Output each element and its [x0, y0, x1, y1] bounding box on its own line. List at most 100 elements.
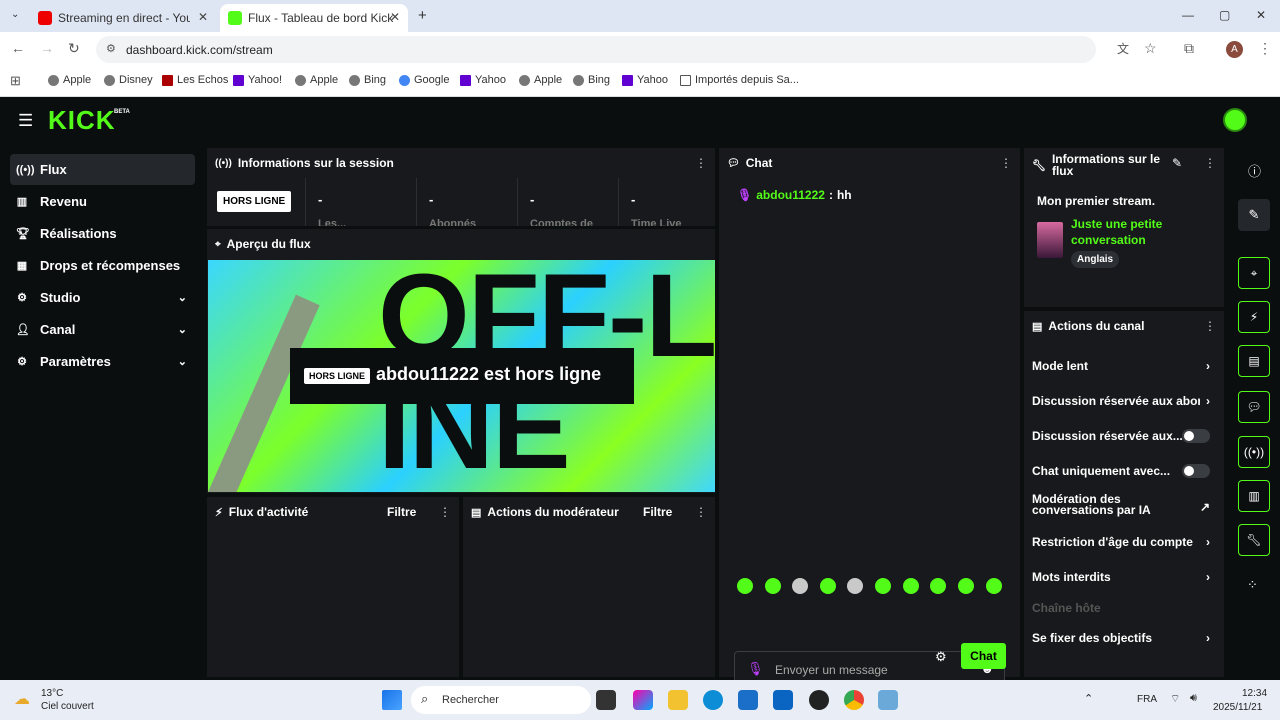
- site-info-icon[interactable]: ⚙: [106, 42, 116, 55]
- filter-button[interactable]: Filtre: [643, 505, 672, 519]
- action-subscribers-only[interactable]: Discussion réservée aux abonnés ›: [1032, 394, 1220, 410]
- bookmark-item[interactable]: Google: [399, 74, 449, 86]
- sidebar-item-parametres[interactable]: ⚙ Paramètres ⌄: [10, 346, 195, 377]
- network-icon[interactable]: ⁘: [1247, 577, 1258, 593]
- more-options-icon[interactable]: ⋮: [695, 156, 707, 170]
- menu-dots-icon[interactable]: ⋮: [1258, 40, 1272, 57]
- emote-icon[interactable]: [847, 578, 863, 594]
- close-icon[interactable]: ✕: [390, 10, 400, 24]
- maximize-icon[interactable]: ▢: [1219, 8, 1230, 22]
- bookmark-item[interactable]: Yahoo!: [233, 74, 282, 86]
- tab-list-chevron-icon[interactable]: ⌄: [11, 9, 19, 20]
- window-close-icon[interactable]: ✕: [1256, 8, 1266, 22]
- chat-rail-button[interactable]: 💬︎: [1238, 391, 1270, 423]
- extensions-icon[interactable]: ⧉: [1184, 40, 1194, 57]
- emote-icon[interactable]: [903, 578, 919, 594]
- outlook-icon[interactable]: [773, 690, 793, 710]
- chat-username[interactable]: abdou11222: [756, 188, 825, 202]
- clock-date[interactable]: 2025/11/21: [1213, 702, 1262, 713]
- sidebar-item-drops[interactable]: ▦ Drops et récompenses: [10, 250, 195, 281]
- action-set-goals[interactable]: Se fixer des objectifs ›: [1032, 631, 1220, 647]
- bookmark-item[interactable]: Disney: [104, 74, 153, 86]
- edit-rail-button[interactable]: ✎: [1238, 199, 1270, 231]
- bookmark-item[interactable]: Apple: [48, 74, 91, 86]
- close-icon[interactable]: ✕: [198, 10, 208, 24]
- action-slow-mode[interactable]: Mode lent ›: [1032, 359, 1220, 375]
- emote-icon[interactable]: [875, 578, 891, 594]
- layout-rail-button[interactable]: ▥: [1238, 480, 1270, 512]
- wrench-rail-button[interactable]: 🔧︎: [1238, 524, 1270, 556]
- action-age-restriction[interactable]: Restriction d'âge du compte ›: [1032, 535, 1220, 551]
- filter-button[interactable]: Filtre: [387, 505, 416, 519]
- sidebar-item-studio[interactable]: ⚙ Studio ⌄: [10, 282, 195, 313]
- language-indicator[interactable]: FRA: [1137, 694, 1157, 705]
- volume-icon[interactable]: 🔊︎: [1190, 692, 1197, 705]
- chevron-up-icon[interactable]: ⌃: [1084, 692, 1093, 705]
- notepad-icon[interactable]: [878, 690, 898, 710]
- translate-icon[interactable]: 文: [1117, 40, 1129, 57]
- store-icon[interactable]: [738, 690, 758, 710]
- edge-icon[interactable]: [703, 690, 723, 710]
- clock-time[interactable]: 12:34: [1242, 688, 1267, 699]
- tab-kick[interactable]: Flux - Tableau de bord Kick ✕: [220, 4, 408, 32]
- more-options-icon[interactable]: ⋮: [1204, 156, 1216, 170]
- tab-youtube[interactable]: Streaming en direct - YouTube ✕: [30, 4, 216, 32]
- hamburger-menu-icon[interactable]: ☰: [18, 111, 33, 131]
- sidebar-item-canal[interactable]: 👤︎ Canal ⌄: [10, 314, 195, 345]
- bookmark-item[interactable]: Apple: [519, 74, 562, 86]
- kick-logo[interactable]: KICK: [48, 105, 116, 136]
- bookmark-star-icon[interactable]: ☆: [1144, 40, 1157, 57]
- bookmark-item[interactable]: Apple: [295, 74, 338, 86]
- chat-settings-icon[interactable]: ⚙: [935, 649, 947, 665]
- sidebar-item-flux[interactable]: ((•)) Flux: [10, 154, 195, 185]
- task-view-icon[interactable]: [596, 690, 616, 710]
- forward-icon[interactable]: →: [40, 40, 54, 56]
- more-options-icon[interactable]: ⋮: [1204, 319, 1216, 333]
- broadcast-rail-button[interactable]: ((•)): [1238, 436, 1270, 468]
- back-icon[interactable]: ←: [11, 40, 25, 56]
- bookmark-folder[interactable]: Importés depuis Sa...: [680, 74, 799, 86]
- emote-icon[interactable]: [765, 578, 781, 594]
- action-banned-words[interactable]: Mots interdits ›: [1032, 570, 1220, 586]
- preview-rail-button[interactable]: ⌖: [1238, 257, 1270, 289]
- toggle-switch[interactable]: [1182, 464, 1210, 478]
- chrome-icon[interactable]: [844, 690, 864, 710]
- bolt-rail-button[interactable]: ⚡︎: [1238, 301, 1270, 333]
- action-discussion-toggle[interactable]: Discussion réservée aux...: [1032, 429, 1220, 445]
- taskbar-search[interactable]: ⌕ Rechercher: [411, 686, 591, 714]
- edit-pencil-icon[interactable]: ✎: [1172, 156, 1182, 170]
- user-avatar[interactable]: [1223, 108, 1247, 132]
- notes-rail-button[interactable]: ▤: [1238, 345, 1270, 377]
- emote-icon[interactable]: [958, 578, 974, 594]
- chat-send-button[interactable]: Chat: [961, 643, 1006, 669]
- weather-icon[interactable]: ☁: [14, 689, 30, 709]
- bookmark-item[interactable]: Bing: [573, 74, 610, 86]
- sidebar-item-revenu[interactable]: ▥ Revenu: [10, 186, 195, 217]
- category-link[interactable]: Juste une petite conversation: [1071, 216, 1191, 248]
- bookmark-item[interactable]: Les Echos: [162, 74, 228, 86]
- emote-icon[interactable]: [737, 578, 753, 594]
- minimize-icon[interactable]: —: [1182, 8, 1194, 22]
- info-icon[interactable]: ⓘ: [1248, 161, 1261, 180]
- app-icon[interactable]: [809, 690, 829, 710]
- file-explorer-icon[interactable]: [668, 690, 688, 710]
- bookmark-item[interactable]: Yahoo: [460, 74, 506, 86]
- apps-grid-icon[interactable]: ⊞: [10, 73, 21, 89]
- bookmark-item[interactable]: Bing: [349, 74, 386, 86]
- wifi-icon[interactable]: ⌔: [1170, 692, 1180, 706]
- toggle-switch[interactable]: [1182, 429, 1210, 443]
- copilot-icon[interactable]: [633, 690, 653, 710]
- new-tab-icon[interactable]: +: [418, 7, 427, 24]
- emote-icon[interactable]: [986, 578, 1002, 594]
- emote-icon[interactable]: [820, 578, 836, 594]
- bookmark-item[interactable]: Yahoo: [622, 74, 668, 86]
- emote-icon[interactable]: [792, 578, 808, 594]
- more-options-icon[interactable]: ⋮: [1000, 156, 1012, 170]
- more-options-icon[interactable]: ⋮: [695, 505, 707, 519]
- emote-icon[interactable]: [930, 578, 946, 594]
- windows-start-icon[interactable]: [382, 690, 402, 710]
- more-options-icon[interactable]: ⋮: [439, 505, 451, 519]
- address-field[interactable]: ⚙ dashboard.kick.com/stream: [96, 36, 1096, 63]
- action-ai-moderation[interactable]: Modération des conversations par IA ↗: [1032, 493, 1220, 520]
- profile-avatar[interactable]: A: [1226, 41, 1243, 58]
